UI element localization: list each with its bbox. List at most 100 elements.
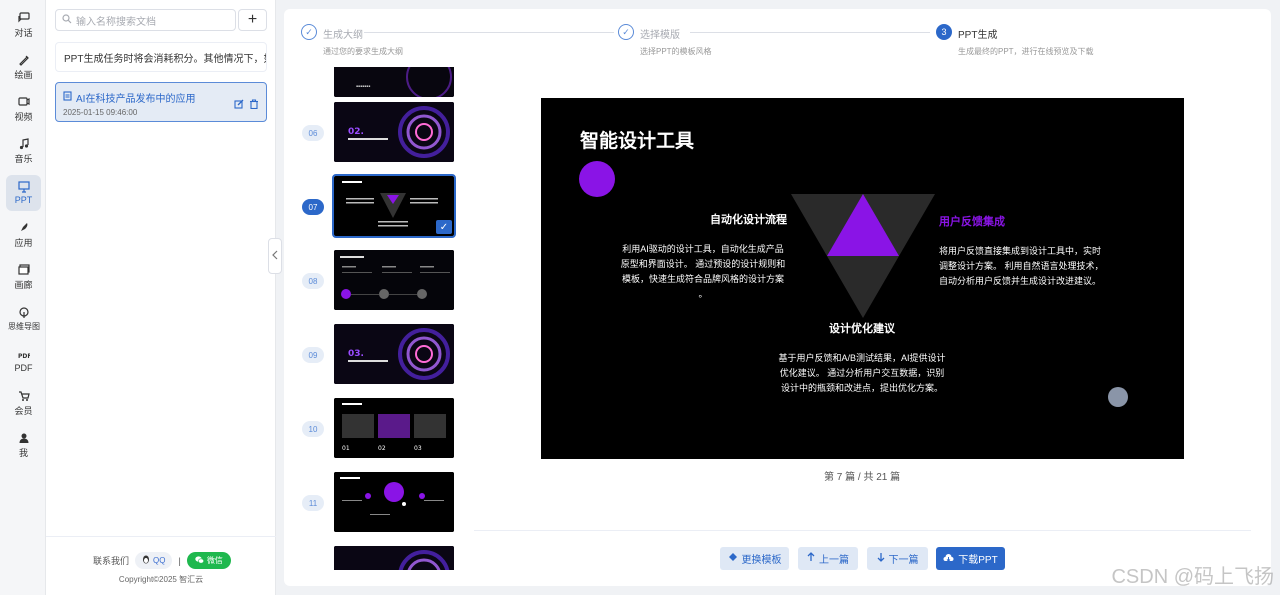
cloud-download-icon [943, 553, 954, 565]
arrow-up-icon [807, 552, 815, 565]
qq-label: QQ [153, 556, 166, 565]
download-label: 下载PPT [958, 555, 998, 566]
footer-separator: | [178, 555, 181, 566]
penguin-icon [142, 555, 150, 566]
download-ppt-button[interactable]: 下载PPT [936, 547, 1005, 570]
brush-icon [17, 54, 31, 66]
change-template-label: 更换模板 [741, 555, 782, 566]
step-connector [690, 32, 930, 33]
slide-thumbnail[interactable] [334, 546, 454, 570]
cart-icon [17, 390, 31, 402]
selected-check-icon: ✓ [436, 220, 452, 234]
thumbnail-row[interactable]: 07 ✓ [294, 174, 464, 238]
next-label: 下一篇 [888, 555, 919, 566]
search-input[interactable]: 输入名称搜索文档 [55, 9, 236, 31]
thumbnail-row[interactable]: 06 02. [294, 102, 464, 162]
video-icon [17, 96, 31, 108]
prev-button[interactable]: 上一篇 [798, 547, 858, 570]
thumbnail-caption: 03. [348, 349, 364, 359]
rail-item-gallery[interactable]: 画廊 [6, 259, 41, 295]
main-panel: ✓ 生成大纲 通过您的要求生成大纲 ✓ 选择模版 选择PPT的模板风格 3 PP… [284, 9, 1271, 586]
thumbnail-number: 07 [302, 199, 324, 215]
slide-thumbnail-list[interactable]: ▪▪▪▪▪▪▪ 06 02. 07 ✓ 08 09 03. 10 01 02 0… [294, 67, 464, 570]
rail-item-membership[interactable]: 会员 [6, 385, 41, 421]
search-placeholder: 输入名称搜索文档 [76, 16, 156, 28]
rail-item-apps[interactable]: 应用 [6, 217, 41, 253]
pdf-icon: PDF [17, 349, 31, 361]
slide-thumbnail[interactable]: 02. [334, 102, 454, 162]
thumbnail-row[interactable]: 11 [294, 472, 464, 532]
rail-label: 应用 [14, 237, 33, 248]
step-number: 3 [936, 24, 952, 40]
step-desc: 通过您的要求生成大纲 [323, 47, 403, 56]
slide-thumbnail[interactable] [334, 250, 454, 310]
slide-thumbnail[interactable]: ▪▪▪▪▪▪▪ [334, 67, 454, 97]
svg-text:01: 01 [342, 445, 350, 452]
chat-icon [17, 12, 31, 24]
mindmap-icon [17, 306, 31, 319]
music-icon [17, 137, 31, 150]
prev-label: 上一篇 [819, 555, 849, 566]
chevron-left-icon [272, 250, 278, 263]
thumbnail-row[interactable]: ▪▪▪▪▪▪▪ [294, 67, 464, 97]
slide-thumbnail[interactable] [334, 472, 454, 532]
rail-label: 对话 [14, 27, 33, 38]
contact-label: 联系我们 [93, 556, 130, 566]
step-title: PPT生成 [958, 30, 998, 41]
rail-label: 画廊 [14, 279, 33, 290]
bottom-section-title: 设计优化建议 [829, 323, 895, 335]
wechat-icon [195, 555, 204, 566]
rocket-icon [17, 222, 31, 234]
rail-item-pdf[interactable]: PDF PDF [6, 343, 41, 379]
decor-circle-gray [1108, 387, 1128, 407]
rail-item-me[interactable]: 我 [6, 427, 41, 463]
rail-label: 思维导图 [8, 321, 40, 331]
document-sidebar: 输入名称搜索文档 + PPT生成任务时将会消耗积分。其他情况下，如 AI在科技产… [46, 0, 276, 595]
rail-item-ppt[interactable]: PPT [6, 175, 41, 211]
thumbnail-number: 10 [302, 421, 324, 437]
delete-icon[interactable] [249, 96, 259, 114]
rail-item-draw[interactable]: 绘画 [6, 49, 41, 85]
decor-circle-purple [579, 161, 615, 197]
rail-label: 音乐 [14, 153, 33, 164]
change-template-button[interactable]: 更换模板 [720, 547, 789, 570]
collapse-sidebar-button[interactable] [268, 238, 282, 274]
rail-label: 视频 [14, 111, 33, 122]
svg-text:▪▪▪▪▪▪▪: ▪▪▪▪▪▪▪ [356, 84, 370, 88]
right-section-title: 用户反馈集成 [939, 216, 1005, 228]
divider [474, 530, 1251, 531]
search-icon [62, 13, 72, 27]
wechat-label: 微信 [206, 556, 223, 565]
edit-icon[interactable] [234, 96, 244, 114]
thumbnail-number: 06 [302, 125, 324, 141]
add-document-button[interactable]: + [238, 9, 267, 31]
thumbnail-row[interactable]: 10 01 02 03 [294, 398, 464, 458]
document-item[interactable]: AI在科技产品发布中的应用 2025-01-15 09:46:00 [55, 82, 267, 122]
wechat-button[interactable]: 微信 [186, 552, 231, 569]
next-button[interactable]: 下一篇 [867, 547, 928, 570]
thumbnail-row[interactable]: 08 [294, 250, 464, 310]
rail-item-music[interactable]: 音乐 [6, 133, 41, 169]
left-section-body: 利用AI驱动的设计工具，自动化生成产品 原型和界面设计。 通过预设的设计规则和 … [620, 244, 786, 299]
arrow-down-icon [877, 552, 885, 565]
svg-text:02: 02 [378, 445, 386, 452]
slide-thumbnail[interactable]: 01 02 03 [334, 398, 454, 458]
thumbnail-row[interactable] [294, 546, 464, 570]
rail-label: PDF [14, 363, 33, 373]
slide-thumbnail-active[interactable]: ✓ [332, 174, 456, 238]
thumbnail-row[interactable]: 09 03. [294, 324, 464, 384]
step-desc: 选择PPT的模板风格 [640, 47, 712, 56]
check-icon: ✓ [301, 24, 317, 40]
rail-label: 我 [18, 447, 28, 458]
slide-thumbnail[interactable]: 03. [334, 324, 454, 384]
rail-item-mindmap[interactable]: 思维导图 [6, 301, 42, 337]
bottom-section-body: 基于用户反馈和A/B测试结果，AI提供设计 优化建议。 通过分析用户交互数据，识… [778, 353, 946, 393]
document-icon [63, 91, 72, 104]
copyright: Copyright©2025 智汇云 [118, 575, 204, 584]
left-section-title: 自动化设计流程 [710, 214, 787, 226]
rail-item-video[interactable]: 视频 [6, 91, 41, 127]
rail-item-chat[interactable]: 对话 [6, 7, 41, 43]
qq-button[interactable]: QQ [135, 552, 173, 569]
rail-label: PPT [14, 195, 33, 205]
step-title: 生成大纲 [323, 30, 363, 41]
